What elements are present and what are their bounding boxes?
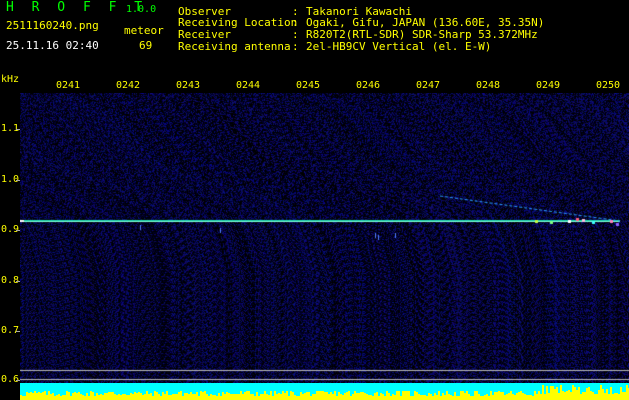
info-value-antenna: 2el-HB9CV Vertical (el. E-W) (306, 40, 492, 53)
timestamp: 25.11.16 02:40 (6, 39, 99, 52)
x-tick-label: 0250 (596, 80, 621, 91)
meteor-count: 69 (139, 39, 153, 52)
y-unit-label: kHz (1, 74, 20, 85)
x-tick-label: 0243 (176, 80, 201, 91)
x-tick-label: 0245 (296, 80, 321, 91)
info-colon: : (292, 40, 299, 53)
header-panel: H R O F F T 1.0.0 2511160240.png 25.11.1… (0, 0, 629, 75)
meteor-label: meteor (124, 24, 164, 37)
app-version: 1.0.0 (126, 4, 157, 15)
x-tick-label: 0248 (476, 80, 501, 91)
x-tick-label: 0246 (356, 80, 381, 91)
info-key-antenna: Receiving antenna (178, 40, 291, 53)
x-tick-label: 0241 (56, 80, 81, 91)
x-tick-label: 0244 (236, 80, 261, 91)
x-tick-label: 0249 (536, 80, 561, 91)
spectrogram-canvas (20, 93, 629, 383)
x-tick-label: 0247 (416, 80, 441, 91)
filename: 2511160240.png (6, 19, 99, 32)
x-tick-label: 0242 (116, 80, 141, 91)
spectrogram-plot (20, 93, 629, 383)
signal-level-strip (20, 383, 629, 400)
